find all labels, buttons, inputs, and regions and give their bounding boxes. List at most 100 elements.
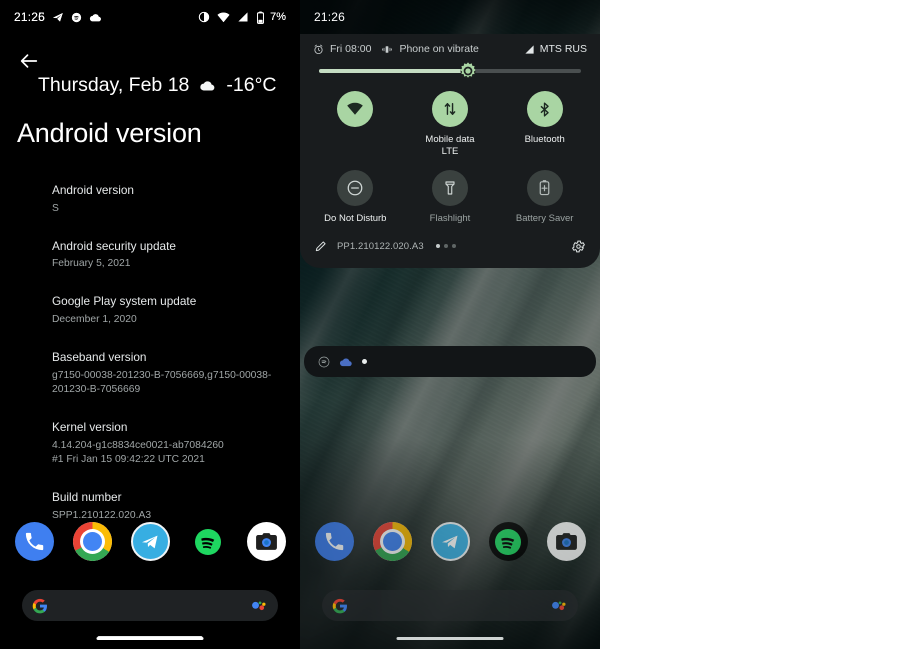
status-bar: 21:25 7% [0,0,300,34]
status-bar-right: 7% [198,11,286,24]
camera-icon[interactable] [246,522,286,561]
item-value: February 5, 2021 [52,258,131,270]
vibrate-icon [381,44,393,55]
shade-header-right: MTS RUS [524,43,587,55]
tile-label: Battery Saver [515,212,574,224]
shade-footer: PP1.210122.020.A3 [300,231,600,260]
quick-settings-tiles: Mobile data LTE Bluetooth Do Not Disturb… [300,87,600,231]
signal-icon [237,11,249,23]
status-bar-clock: 21:25 [14,10,46,24]
chrome-inner-blue [82,532,102,551]
tile-circle[interactable] [431,169,468,206]
tile-mobile-data[interactable]: Mobile data LTE [403,91,498,158]
spotify-icon[interactable] [488,522,528,561]
tile-flashlight[interactable]: Flashlight [403,169,498,225]
tile-circle[interactable] [337,169,374,206]
notification-dot [362,359,367,364]
panel-quick-settings: 21:26 Fri 08:00 Phone on vibrate MTS RUS… [300,0,600,649]
tile-battery-saver[interactable]: Battery Saver [497,169,592,225]
item-title: Build number [52,489,122,504]
google-g-icon [32,598,48,614]
back-arrow-icon[interactable] [16,48,42,74]
battery-saver-icon [537,179,552,196]
phone-icon[interactable] [314,522,354,561]
notification-strip[interactable] [304,346,596,377]
status-bar-left: 21:25 [14,10,102,24]
tile-circle[interactable] [337,91,374,127]
spotify-icon[interactable] [188,522,228,561]
signal-icon [524,44,535,55]
alarm-text: Fri 08:00 [330,43,372,55]
google-search-bar[interactable] [322,590,578,621]
chrome-icon[interactable] [72,522,112,561]
cloud-icon [339,355,353,369]
pencil-icon[interactable] [314,239,328,253]
shade-footer-left: PP1.210122.020.A3 [314,239,456,253]
brightness-fill [319,69,469,73]
list-item[interactable]: Build number SPP1.210122.020.A3 [52,490,284,524]
item-title: Google Play system update [52,294,197,309]
camera-icon[interactable] [546,522,586,561]
wifi-icon [217,11,230,24]
list-item[interactable]: Android security update February 5, 2021 [52,239,284,273]
tile-circle[interactable] [526,91,563,127]
assistant-icon[interactable] [550,599,568,613]
cloud-icon [89,11,102,24]
list-item[interactable]: Baseband version g7150-00038-201230-B-70… [52,350,284,398]
battery-percent: 7% [270,11,286,23]
navigation-pill[interactable] [396,636,504,640]
list-item[interactable]: Android version S [52,183,284,217]
chrome-icon[interactable] [372,522,412,561]
alarm-icon [313,44,324,55]
battery-icon [256,11,265,24]
weather-widget[interactable]: Thursday, Feb 18 -16°C [38,74,276,97]
brightness-slider[interactable] [300,62,600,87]
telegram-icon[interactable] [430,522,470,561]
page-dot [435,244,440,249]
tile-do-not-disturb[interactable]: Do Not Disturb [308,169,403,225]
google-search-bar[interactable] [22,590,278,621]
weather-temperature: -16°C [226,74,277,96]
tile-label: Do Not Disturb [324,212,387,224]
quick-settings-shade: Fri 08:00 Phone on vibrate MTS RUS Mobil… [300,34,600,268]
item-title: Baseband version [52,349,147,364]
brightness-track[interactable] [319,62,581,79]
item-value: 4.14.204-g1c8834ce0021-ab7084260 #1 Fri … [52,439,224,466]
list-item[interactable]: Kernel version 4.14.204-g1c8834ce0021-ab… [52,420,284,468]
tile-circle[interactable] [526,169,563,206]
shade-header-left: Fri 08:00 Phone on vibrate [313,43,479,55]
item-title: Android security update [52,238,176,253]
page-indicator[interactable] [435,244,456,249]
phone-icon[interactable] [14,522,54,561]
carrier-name: MTS RUS [539,43,587,55]
tile-bluetooth[interactable]: Bluetooth [497,91,592,158]
page-dot [451,244,456,249]
weather-date: Thursday, Feb 18 [38,74,190,96]
spotify-icon [318,356,330,368]
item-title: Kernel version [52,419,128,434]
item-title: Android version [52,183,134,197]
list-item[interactable]: Google Play system update December 1, 20… [52,294,284,328]
status-bar-clock: 21:26 [314,10,346,24]
telegram-icon [52,11,64,23]
assistant-icon[interactable] [250,599,268,613]
app-dock [300,522,600,561]
item-value: December 1, 2020 [52,313,137,325]
status-bar-left: 21:26 [314,10,345,24]
item-value: S [52,202,59,214]
tile-wifi[interactable] [308,91,403,158]
flashlight-icon [442,180,458,196]
dnd-icon [198,11,210,23]
brightness-sun-icon[interactable] [458,61,478,81]
gear-icon[interactable] [571,239,586,254]
telegram-icon[interactable] [130,522,170,561]
three-panel-screenshot: 21:26 7% Thursday, Feb 18 -16°C 21:26 Fr… [0,0,900,649]
status-bar: 21:26 [300,0,600,34]
tile-circle[interactable] [431,91,468,127]
wifi-icon [346,100,364,118]
build-number-text: PP1.210122.020.A3 [337,240,424,252]
spotify-icon [71,12,82,23]
navigation-pill[interactable] [96,636,204,640]
page-dot [443,244,448,249]
item-value: g7150-00038-201230-B-7056669,g7150-00038… [52,369,272,396]
